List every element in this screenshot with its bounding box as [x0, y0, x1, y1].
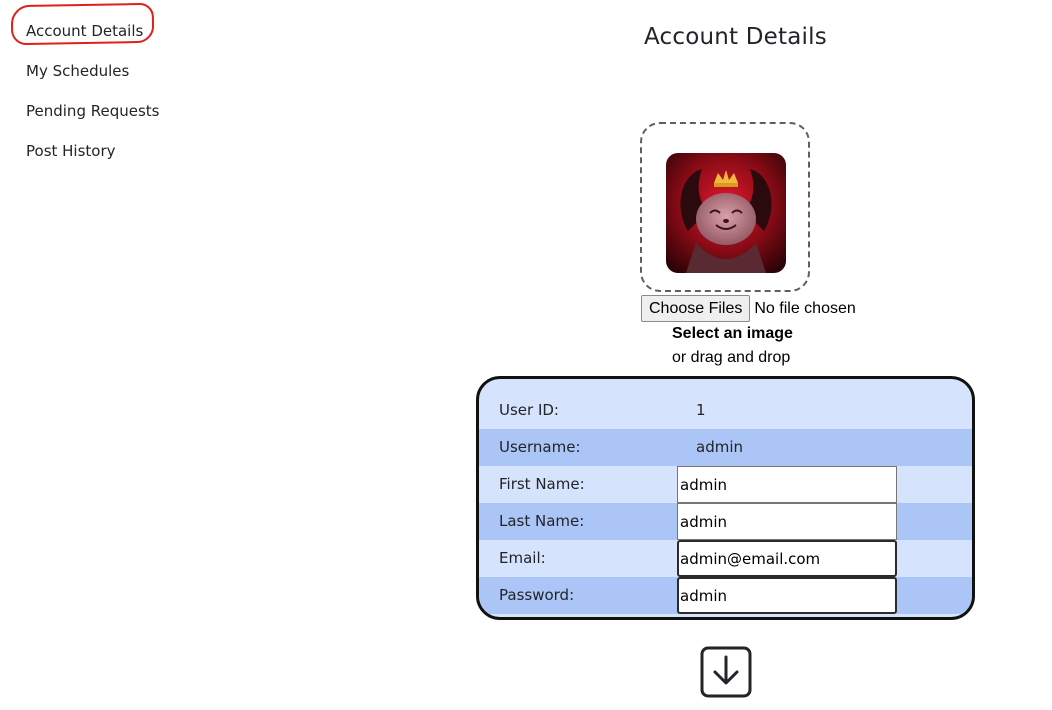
select-image-prompt: Select an image: [672, 325, 793, 342]
row-user-id: User ID: 1: [479, 392, 972, 429]
row-email: Email:: [479, 540, 972, 577]
email-field[interactable]: [677, 540, 897, 577]
save-button[interactable]: [700, 646, 752, 698]
password-label: Password:: [499, 586, 575, 604]
password-field[interactable]: [677, 577, 897, 614]
row-password: Password:: [479, 577, 972, 614]
avatar: [666, 153, 786, 273]
choose-files-button[interactable]: Choose Files: [641, 295, 751, 322]
sidebar-item-pending-requests[interactable]: Pending Requests: [26, 102, 159, 120]
drag-drop-hint: or drag and drop: [672, 349, 791, 366]
file-input: Choose Files No file chosen: [641, 295, 856, 322]
username-label: Username:: [499, 438, 581, 456]
file-status-text: No file chosen: [754, 300, 856, 317]
user-id-label: User ID:: [499, 401, 559, 419]
username-value: admin: [696, 438, 743, 456]
sidebar-item-account-details[interactable]: Account Details: [26, 22, 143, 40]
row-first-name: First Name:: [479, 466, 972, 503]
row-last-name: Last Name:: [479, 503, 972, 540]
sidebar-item-my-schedules[interactable]: My Schedules: [26, 62, 129, 80]
last-name-label: Last Name:: [499, 512, 585, 530]
account-details-table: User ID: 1 Username: admin First Name: L…: [476, 376, 975, 620]
download-arrow-icon: [700, 646, 752, 698]
sidebar-item-post-history[interactable]: Post History: [26, 142, 116, 160]
row-username: Username: admin: [479, 429, 972, 466]
first-name-label: First Name:: [499, 475, 585, 493]
page-title: Account Details: [644, 24, 827, 50]
user-id-value: 1: [696, 401, 706, 419]
first-name-field[interactable]: [677, 466, 897, 503]
image-drop-zone[interactable]: [640, 122, 810, 292]
last-name-field[interactable]: [677, 503, 897, 540]
email-label: Email:: [499, 549, 546, 567]
